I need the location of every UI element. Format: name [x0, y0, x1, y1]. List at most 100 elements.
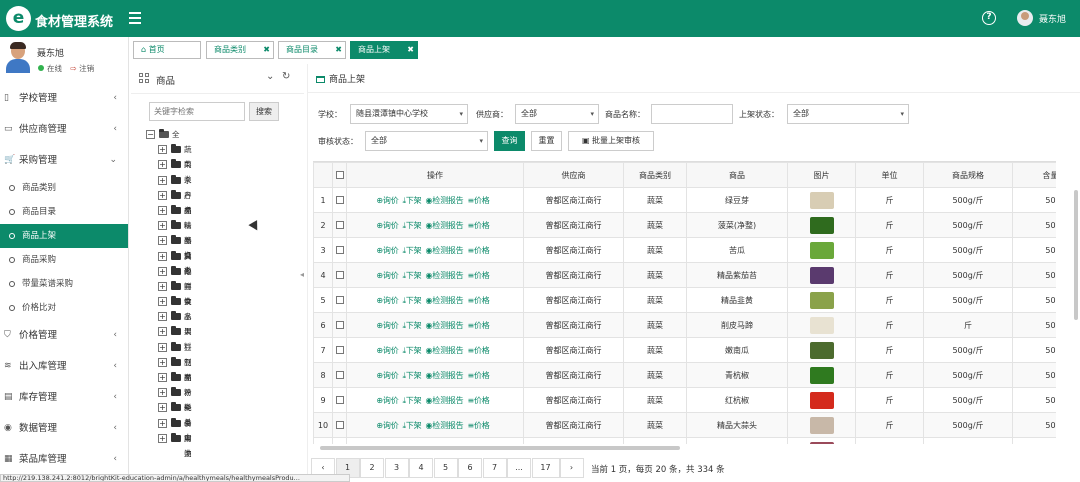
row-checkbox[interactable] — [332, 262, 347, 288]
tab-category[interactable]: 商品类别 ✖ — [206, 41, 274, 59]
action-link-0[interactable]: ⊕询价 — [376, 221, 400, 230]
submenu-item-3[interactable]: 商品采购 — [0, 248, 128, 272]
product-name-input[interactable] — [651, 104, 733, 124]
tab-shelf[interactable]: 商品上架 ✖ — [350, 41, 418, 59]
action-link-2[interactable]: ◉检测报告 — [425, 396, 465, 405]
action-link-2[interactable]: ◉检测报告 — [425, 421, 465, 430]
action-link-1[interactable]: ⤓下架 — [403, 346, 424, 355]
row-checkbox[interactable] — [332, 337, 347, 363]
action-link-0[interactable]: ⊕询价 — [376, 246, 400, 255]
action-link-2[interactable]: ◉检测报告 — [425, 296, 465, 305]
table-row[interactable]: 1 ⊕询价 ⤓下架 ◉检测报告 ≡价格 曾都区商江商行 蔬菜 绿豆芽斤 500g/斤 50 — [313, 187, 1056, 213]
action-link-0[interactable]: ⊕询价 — [376, 346, 400, 355]
help-icon[interactable]: ? — [982, 11, 996, 25]
close-icon[interactable]: ✖ — [407, 42, 414, 58]
row-checkbox[interactable] — [332, 387, 347, 413]
sidebar-item-0[interactable]: ▯ 学校管理 ‹ — [0, 83, 128, 114]
page-button[interactable]: 3 — [384, 458, 409, 478]
expand-icon[interactable]: + — [158, 175, 167, 185]
audit-status-select[interactable]: 全部 ▾ — [365, 131, 488, 151]
submenu-item-1[interactable]: 商品目录 — [0, 200, 128, 224]
expand-icon[interactable]: + — [158, 266, 167, 276]
action-link-3[interactable]: ≡价格 — [467, 346, 491, 355]
refresh-icon[interactable]: ↻ — [282, 71, 290, 82]
collapse-icon[interactable]: − — [146, 130, 155, 139]
table-row[interactable]: 6 ⊕询价 ⤓下架 ◉检测报告 ≡价格 曾都区商江商行 蔬菜 削皮马蹄斤斤 50 — [313, 312, 1056, 338]
close-icon[interactable]: ✖ — [335, 42, 342, 58]
expand-icon[interactable]: + — [158, 433, 167, 443]
action-link-3[interactable]: ≡价格 — [467, 371, 491, 380]
action-link-2[interactable]: ◉检测报告 — [425, 271, 465, 280]
table-row[interactable]: 7 ⊕询价 ⤓下架 ◉检测报告 ≡价格 曾都区商江商行 蔬菜 嫩南瓜斤 500g/斤 50 — [313, 337, 1056, 363]
expand-icon[interactable]: + — [158, 373, 167, 382]
expand-icon[interactable]: + — [158, 403, 167, 413]
product-thumbnail[interactable] — [809, 316, 834, 334]
action-link-3[interactable]: ≡价格 — [467, 246, 491, 255]
sidebar-item-6[interactable]: ◉ 数据管理 ‹ — [0, 413, 128, 444]
action-link-3[interactable]: ≡价格 — [467, 296, 491, 305]
expand-icon[interactable]: + — [158, 251, 167, 261]
select-all-checkbox[interactable] — [332, 162, 347, 188]
action-link-3[interactable]: ≡价格 — [467, 321, 491, 330]
page-button[interactable]: ... — [507, 458, 531, 478]
row-checkbox[interactable] — [332, 362, 347, 388]
action-link-2[interactable]: ◉检测报告 — [425, 346, 465, 355]
expand-icon[interactable]: + — [158, 281, 167, 291]
product-thumbnail[interactable] — [809, 291, 834, 309]
sidebar-item-2[interactable]: 🛒 采购管理 ⌄ — [0, 145, 128, 176]
action-link-1[interactable]: ⤓下架 — [403, 421, 424, 430]
expand-icon[interactable]: + — [158, 312, 167, 322]
submenu-item-5[interactable]: 价格比对 — [0, 296, 128, 320]
product-thumbnail[interactable] — [809, 341, 834, 359]
expand-icon[interactable]: + — [158, 357, 167, 367]
horizontal-scrollbar[interactable] — [320, 446, 680, 450]
action-link-0[interactable]: ⊕询价 — [376, 321, 400, 330]
action-link-1[interactable]: ⤓下架 — [403, 271, 424, 280]
expand-icon[interactable]: + — [158, 145, 167, 155]
table-row[interactable]: 3 ⊕询价 ⤓下架 ◉检测报告 ≡价格 曾都区商江商行 蔬菜 苦瓜斤 500g/斤 50 — [313, 237, 1056, 263]
action-link-1[interactable]: ⤓下架 — [403, 196, 424, 205]
action-link-1[interactable]: ⤓下架 — [403, 321, 424, 330]
page-button[interactable]: 5 — [433, 458, 458, 478]
action-link-1[interactable]: ⤓下架 — [403, 371, 424, 380]
logout-link[interactable]: 注销 — [79, 64, 94, 73]
product-thumbnail[interactable] — [809, 266, 834, 284]
page-button[interactable]: 17 — [531, 458, 560, 478]
action-link-3[interactable]: ≡价格 — [467, 221, 491, 230]
submenu-item-2[interactable]: 商品上架 — [0, 224, 128, 248]
table-row[interactable]: 8 ⊕询价 ⤓下架 ◉检测报告 ≡价格 曾都区商江商行 蔬菜 青杭椒斤 500g/斤 50 — [313, 362, 1056, 388]
expand-icon[interactable]: + — [158, 342, 167, 352]
shelf-status-select[interactable]: 全部 ▾ — [787, 104, 909, 124]
table-row[interactable]: 4 ⊕询价 ⤓下架 ◉检测报告 ≡价格 曾都区商江商行 蔬菜 精品紫茄苔斤 500g/斤 50 — [313, 262, 1056, 288]
logout-icon[interactable]: ⇨ — [70, 64, 76, 73]
row-checkbox[interactable] — [332, 287, 347, 313]
action-link-3[interactable]: ≡价格 — [467, 396, 491, 405]
page-button[interactable]: 2 — [360, 458, 384, 478]
action-link-0[interactable]: ⊕询价 — [376, 396, 400, 405]
submenu-item-0[interactable]: 商品类别 — [0, 176, 128, 200]
action-link-2[interactable]: ◉检测报告 — [425, 371, 465, 380]
close-icon[interactable]: ✖ — [263, 42, 270, 58]
tab-home[interactable]: ⌂ 首页 — [133, 41, 201, 59]
sidebar-item-1[interactable]: ▭ 供应商管理 ‹ — [0, 114, 128, 145]
query-button[interactable]: 查询 — [494, 131, 525, 151]
product-thumbnail[interactable] — [809, 241, 834, 259]
action-link-1[interactable]: ⤓下架 — [403, 396, 424, 405]
table-row[interactable]: 10 ⊕询价 ⤓下架 ◉检测报告 ≡价格 曾都区商江商行 蔬菜 精品大蒜头斤 500g/斤 50 — [313, 412, 1056, 438]
row-checkbox[interactable] — [332, 312, 347, 338]
sidebar-item-3[interactable]: ⛉ 价格管理 ‹ — [0, 320, 128, 351]
action-link-1[interactable]: ⤓下架 — [403, 221, 424, 230]
expand-icon[interactable]: + — [158, 221, 167, 231]
action-link-0[interactable]: ⊕询价 — [376, 421, 400, 430]
row-checkbox[interactable] — [332, 237, 347, 263]
product-thumbnail[interactable] — [809, 366, 834, 384]
action-link-2[interactable]: ◉检测报告 — [425, 246, 465, 255]
tab-catalog[interactable]: 商品目录 ✖ — [278, 41, 346, 59]
avatar[interactable] — [1017, 10, 1033, 26]
vertical-scrollbar[interactable] — [1074, 190, 1078, 320]
product-thumbnail[interactable] — [809, 441, 834, 444]
submenu-item-4[interactable]: 带量菜谱采购 — [0, 272, 128, 296]
search-button[interactable]: 搜索 — [249, 102, 279, 121]
batch-audit-button[interactable]: ▣ 批量上架审核 — [568, 131, 654, 151]
reset-button[interactable]: 重置 — [531, 131, 562, 151]
